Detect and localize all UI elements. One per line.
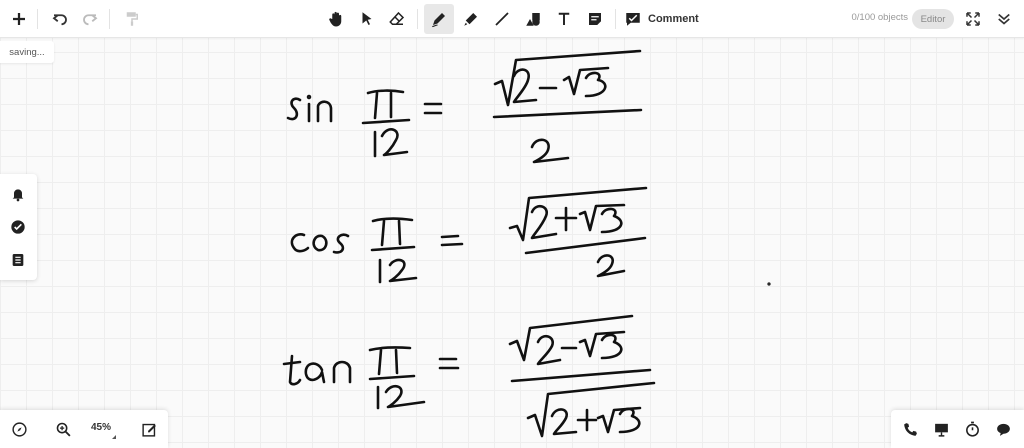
zoom-level[interactable]: 45% (86, 422, 116, 436)
format-painter-icon[interactable] (117, 4, 147, 34)
zoom-in-icon[interactable] (52, 418, 74, 440)
note-icon[interactable] (580, 4, 610, 34)
toolbar-divider (417, 9, 418, 29)
zoom-caret (112, 435, 116, 439)
list-icon[interactable] (8, 250, 28, 270)
toolbar-divider (37, 9, 38, 29)
bottom-right-controls (891, 410, 1024, 448)
text-icon[interactable] (549, 4, 579, 34)
bottom-left-controls: 45% (0, 410, 168, 448)
pointer-icon[interactable] (352, 4, 382, 34)
comment-label: Comment (648, 13, 699, 25)
edit-icon[interactable] (138, 418, 160, 440)
hand-icon[interactable] (321, 4, 351, 34)
objects-count: 0/100 objects (851, 12, 908, 23)
shapes-icon[interactable] (518, 4, 548, 34)
line-icon[interactable] (487, 4, 517, 34)
expand-icon[interactable] (958, 4, 988, 34)
highlighter-icon[interactable] (456, 4, 486, 34)
timer-icon[interactable] (961, 418, 983, 440)
toolbar-divider (109, 9, 110, 29)
chat-icon[interactable] (992, 418, 1014, 440)
undo-icon[interactable] (45, 4, 75, 34)
eraser-icon[interactable] (382, 4, 412, 34)
plus-icon[interactable] (4, 4, 34, 34)
bell-icon[interactable] (8, 184, 28, 204)
comment-button[interactable]: Comment (624, 4, 704, 34)
collapse-icon[interactable] (989, 4, 1019, 34)
toolbar-divider (615, 9, 616, 29)
check-circle-icon[interactable] (8, 217, 28, 237)
phone-icon[interactable] (899, 418, 921, 440)
left-panel (0, 174, 37, 280)
saving-status: saving... (0, 41, 54, 63)
whiteboard-canvas[interactable] (0, 0, 1024, 448)
top-toolbar: Comment 0/100 objects Editor (0, 0, 1024, 38)
editor-badge[interactable]: Editor (912, 9, 954, 29)
pen-icon[interactable] (424, 4, 454, 34)
redo-icon[interactable] (75, 4, 105, 34)
presentation-icon[interactable] (930, 418, 952, 440)
compass-icon[interactable] (8, 418, 30, 440)
comment-icon (624, 10, 642, 28)
